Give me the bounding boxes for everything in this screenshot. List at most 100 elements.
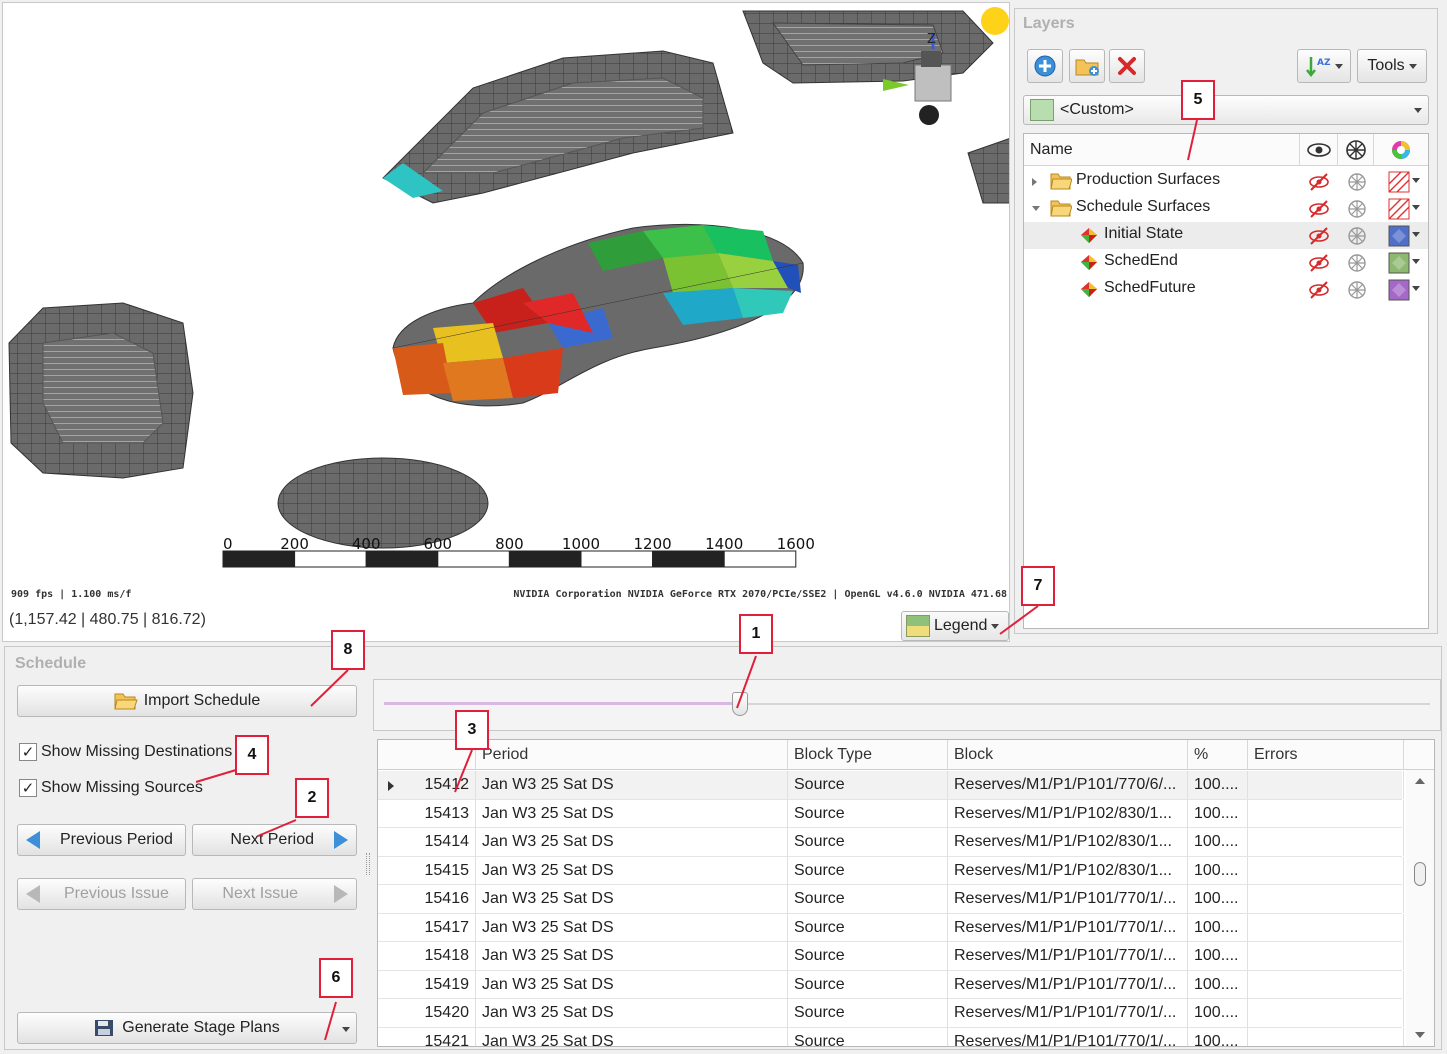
cell-pct[interactable]: 100.... <box>1188 970 1248 999</box>
cell-errors[interactable] <box>1248 970 1404 999</box>
cell-block[interactable]: Reserves/M1/P1/P102/830/1... <box>948 856 1188 885</box>
cell-id[interactable]: 15415 <box>378 856 476 885</box>
previous-issue-button[interactable]: Previous Issue <box>17 878 186 910</box>
table-row[interactable]: 15421 Jan W3 25 Sat DS Source Reserves/M1/P… <box>378 1027 1404 1046</box>
snap-wheel-icon[interactable] <box>1346 171 1368 193</box>
table-row[interactable]: 15412 Jan W3 25 Sat DS Source Reserves/M1/P… <box>378 771 1404 800</box>
cell-errors[interactable] <box>1248 999 1404 1027</box>
cell-type[interactable]: Source <box>788 913 948 942</box>
cell-id[interactable]: 15419 <box>378 970 476 999</box>
generate-stage-plans-button[interactable]: Generate Stage Plans <box>17 1012 357 1044</box>
cell-type[interactable]: Source <box>788 1027 948 1046</box>
cell-period[interactable]: Jan W3 25 Sat DS <box>476 771 788 799</box>
table-row[interactable]: 15418 Jan W3 25 Sat DS Source Reserves/M1/P… <box>378 942 1404 971</box>
panel-splitter-handle[interactable] <box>366 853 370 875</box>
cell-block[interactable]: Reserves/M1/P1/P102/830/1... <box>948 828 1188 856</box>
chevron-down-icon[interactable] <box>1412 178 1420 183</box>
cell-period[interactable]: Jan W3 25 Sat DS <box>476 885 788 913</box>
eye-hidden-icon[interactable] <box>1308 198 1330 220</box>
table-row[interactable]: 15416 Jan W3 25 Sat DS Source Reserves/M1/P… <box>378 885 1404 914</box>
hatch-swatch-icon[interactable] <box>1388 171 1410 193</box>
surface-color-swatch-icon[interactable] <box>1388 225 1410 247</box>
cell-id[interactable]: 15420 <box>378 999 476 1027</box>
cell-period[interactable]: Jan W3 25 Sat DS <box>476 999 788 1027</box>
cell-id[interactable]: 15416 <box>378 885 476 913</box>
cell-pct[interactable]: 100.... <box>1188 799 1248 828</box>
cell-errors[interactable] <box>1248 771 1404 799</box>
add-folder-button[interactable] <box>1069 49 1105 83</box>
table-row[interactable]: 15417 Jan W3 25 Sat DS Source Reserves/M1/P… <box>378 913 1404 942</box>
cell-errors[interactable] <box>1248 799 1404 828</box>
cell-block[interactable]: Reserves/M1/P1/P101/770/1/... <box>948 970 1188 999</box>
cell-errors[interactable] <box>1248 942 1404 970</box>
table-row[interactable]: 15413 Jan W3 25 Sat DS Source Reserves/M1/P… <box>378 799 1404 828</box>
chevron-down-icon[interactable] <box>1412 205 1420 210</box>
cell-period[interactable]: Jan W3 25 Sat DS <box>476 970 788 999</box>
show-missing-sources-checkbox[interactable]: ✓ Show Missing Sources <box>19 779 203 797</box>
scroll-down-icon[interactable] <box>1415 1032 1425 1038</box>
chevron-down-icon[interactable] <box>1412 286 1420 291</box>
cell-errors[interactable] <box>1248 828 1404 856</box>
table-row[interactable]: 15419 Jan W3 25 Sat DS Source Reserves/M1/P… <box>378 970 1404 999</box>
cell-block[interactable]: Reserves/M1/P1/P101/770/1/... <box>948 913 1188 942</box>
cell-id[interactable]: 15421 <box>378 1027 476 1046</box>
cell-block[interactable]: Reserves/M1/P1/P101/770/1/... <box>948 942 1188 970</box>
cell-pct[interactable]: 100.... <box>1188 856 1248 885</box>
cell-id[interactable]: 15417 <box>378 913 476 942</box>
name-column-header[interactable]: Name <box>1024 134 1300 166</box>
cell-type[interactable]: Source <box>788 999 948 1027</box>
cell-id[interactable]: 15418 <box>378 942 476 970</box>
cell-pct[interactable]: 100.... <box>1188 885 1248 913</box>
surface-color-swatch-icon[interactable] <box>1388 252 1410 274</box>
hatch-swatch-icon[interactable] <box>1388 198 1410 220</box>
eye-hidden-icon[interactable] <box>1308 225 1330 247</box>
cell-type[interactable]: Source <box>788 799 948 828</box>
column-header[interactable]: Period <box>476 740 788 770</box>
cell-period[interactable]: Jan W3 25 Sat DS <box>476 913 788 942</box>
eye-hidden-icon[interactable] <box>1308 171 1330 193</box>
cell-period[interactable]: Jan W3 25 Sat DS <box>476 942 788 970</box>
cell-block[interactable]: Reserves/M1/P1/P101/770/1/... <box>948 885 1188 913</box>
snap-wheel-icon[interactable] <box>1346 198 1368 220</box>
period-slider-thumb[interactable] <box>731 692 748 716</box>
scroll-thumb[interactable] <box>1414 862 1426 886</box>
cell-pct[interactable]: 100.... <box>1188 1027 1248 1046</box>
3d-viewport[interactable]: Z 0 200 400 600 800 1000 1200 1400 1600 909 fps … <box>2 2 1010 642</box>
table-row[interactable]: 15415 Jan W3 25 Sat DS Source Reserves/M1/P… <box>378 856 1404 885</box>
show-missing-destinations-checkbox[interactable]: ✓ Show Missing Destinations <box>19 743 232 761</box>
delete-layer-button[interactable] <box>1109 49 1145 83</box>
column-header[interactable]: Errors <box>1248 740 1404 770</box>
tools-menu-button[interactable]: Tools <box>1357 49 1427 83</box>
cell-id[interactable]: 15412 <box>378 771 476 799</box>
layer-row[interactable]: Production Surfaces <box>1024 168 1428 195</box>
import-schedule-button[interactable]: Import Schedule <box>17 685 357 717</box>
expand-icon[interactable] <box>1032 178 1037 186</box>
grid-vertical-scrollbar[interactable] <box>1406 770 1434 1046</box>
cell-type[interactable]: Source <box>788 970 948 999</box>
cell-type[interactable]: Source <box>788 771 948 799</box>
cell-pct[interactable]: 100.... <box>1188 942 1248 970</box>
column-header[interactable]: Block Type <box>788 740 948 770</box>
visibility-column-header[interactable] <box>1300 134 1338 166</box>
add-layer-button[interactable] <box>1027 49 1063 83</box>
chevron-down-icon[interactable] <box>1412 232 1420 237</box>
eye-hidden-icon[interactable] <box>1308 279 1330 301</box>
layer-preset-select[interactable]: <Custom> <box>1023 95 1429 125</box>
collapse-icon[interactable] <box>1032 206 1040 211</box>
pit-surface-scene[interactable]: Z 0 200 400 600 800 1000 1200 1400 1600 <box>3 3 1010 642</box>
cell-pct[interactable]: 100.... <box>1188 828 1248 856</box>
cell-type[interactable]: Source <box>788 885 948 913</box>
cell-period[interactable]: Jan W3 25 Sat DS <box>476 1027 788 1046</box>
cell-type[interactable]: Source <box>788 856 948 885</box>
snap-wheel-icon[interactable] <box>1346 225 1368 247</box>
surface-color-swatch-icon[interactable] <box>1388 279 1410 301</box>
cell-block[interactable]: Reserves/M1/P1/P101/770/1/... <box>948 1027 1188 1046</box>
color-column-header[interactable] <box>1374 134 1428 166</box>
legend-button[interactable]: Legend <box>901 611 1009 641</box>
cell-errors[interactable] <box>1248 913 1404 942</box>
next-period-button[interactable]: Next Period <box>192 824 357 856</box>
cell-block[interactable]: Reserves/M1/P1/P101/770/1/... <box>948 999 1188 1027</box>
cell-id[interactable]: 15414 <box>378 828 476 856</box>
snap-wheel-icon[interactable] <box>1346 279 1368 301</box>
layer-tree[interactable]: Name Production Surfaces Schedule Surface… <box>1023 133 1429 629</box>
